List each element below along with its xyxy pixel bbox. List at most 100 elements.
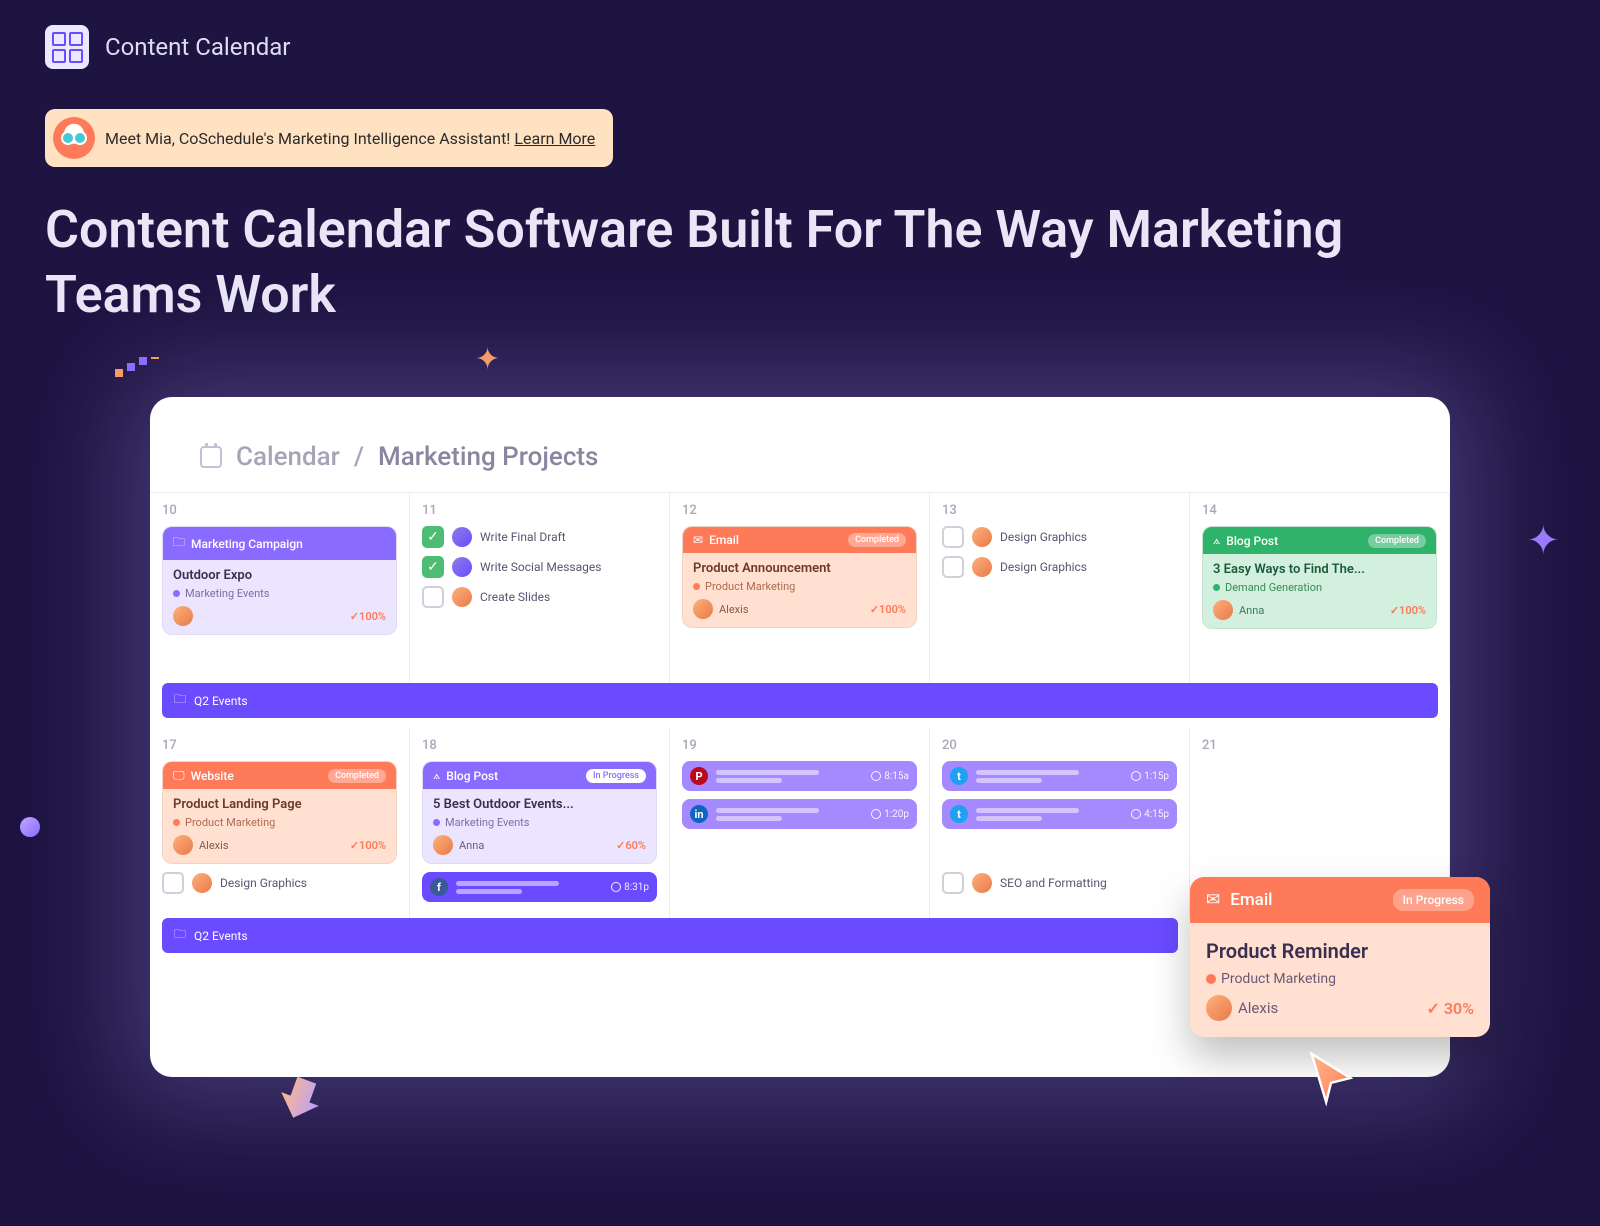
task-item[interactable]: Create Slides <box>422 586 657 608</box>
card-percent: 100% <box>359 610 386 623</box>
day-cell[interactable]: 17 🖵 Website Completed Product Landing Pa… <box>150 728 410 918</box>
card-blog-post[interactable]: ⟑ Blog Post In Progress 5 Best Outdoor Ev… <box>422 761 657 864</box>
product-name: Content Calendar <box>105 33 290 61</box>
card-owner: Alexis <box>199 839 229 852</box>
span-bar-row: 🗀Q2 Events <box>150 918 1190 963</box>
folder-icon: 🗀 <box>174 690 186 711</box>
check-icon: ✓ <box>616 839 625 852</box>
task-item[interactable]: ✓ Write Final Draft <box>422 526 657 548</box>
card-owner: Alexis <box>199 610 229 623</box>
day-number: 14 <box>1202 503 1437 518</box>
task-label: Write Social Messages <box>480 560 601 574</box>
status-badge: In Progress <box>1393 889 1474 911</box>
avatar <box>452 587 472 607</box>
card-type: Email <box>1230 890 1272 910</box>
day-cell[interactable]: 12 ✉Email Completed Product Announcement… <box>670 493 930 683</box>
day-number: 21 <box>1202 738 1437 753</box>
checkbox-icon[interactable] <box>942 872 964 894</box>
social-post-pinterest[interactable]: P 8:15a <box>682 761 917 791</box>
event-span-bar[interactable]: 🗀Q2 Events <box>162 918 1178 953</box>
card-category: Demand Generation <box>1225 581 1322 594</box>
day-cell[interactable]: 13 Design Graphics Design Graphics <box>930 493 1190 683</box>
card-owner: Anna <box>459 839 484 852</box>
day-cell[interactable]: 19 P 8:15a in 1:20p <box>670 728 930 918</box>
breadcrumb: Calendar / Marketing Projects <box>150 442 1450 492</box>
day-number: 18 <box>422 738 657 753</box>
task-label: Design Graphics <box>220 876 307 890</box>
breadcrumb-root[interactable]: Calendar <box>236 442 340 472</box>
breadcrumb-page[interactable]: Marketing Projects <box>378 442 598 472</box>
card-marketing-campaign[interactable]: 🗀Marketing Campaign Outdoor Expo Marketi… <box>162 526 397 635</box>
day-cell[interactable]: 14 ⟑Blog Post Completed 3 Easy Ways to F… <box>1190 493 1450 683</box>
clock-icon <box>1131 809 1141 819</box>
avatar <box>972 557 992 577</box>
card-blog-post[interactable]: ⟑Blog Post Completed 3 Easy Ways to Find… <box>1202 526 1437 629</box>
task-label: Design Graphics <box>1000 560 1087 574</box>
card-email[interactable]: ✉Email Completed Product Announcement Pr… <box>682 526 917 628</box>
checkbox-icon[interactable] <box>422 586 444 608</box>
card-title: Outdoor Expo <box>173 568 386 583</box>
social-post-twitter[interactable]: t 4:15p <box>942 799 1177 829</box>
task-item[interactable]: Design Graphics <box>162 872 397 894</box>
hero-heading: Content Calendar Software Built For The … <box>45 197 1445 327</box>
task-label: Create Slides <box>480 590 550 604</box>
checkbox-icon[interactable] <box>942 556 964 578</box>
check-icon: ✓ <box>1427 999 1444 1018</box>
post-time: 1:15p <box>1144 771 1169 782</box>
checkbox-icon[interactable] <box>942 526 964 548</box>
card-title: Product Landing Page <box>173 797 386 812</box>
sparkle-icon: ✦ <box>1526 517 1560 564</box>
day-number: 11 <box>422 503 657 518</box>
check-icon: ✓ <box>350 839 359 852</box>
card-type: Blog Post <box>446 769 498 783</box>
arrow-decoration <box>275 1074 325 1132</box>
card-owner: Alexis <box>719 603 749 616</box>
card-type: Blog Post <box>1226 534 1278 548</box>
card-email-highlight[interactable]: ✉Email In Progress Product Reminder Prod… <box>1190 877 1490 1037</box>
banner-learn-more-link[interactable]: Learn More <box>514 129 595 148</box>
day-cell[interactable]: 11 ✓ Write Final Draft ✓ Write Social Mess… <box>410 493 670 683</box>
day-cell[interactable]: 10 🗀Marketing Campaign Outdoor Expo Mark… <box>150 493 410 683</box>
linkedin-icon: in <box>690 805 708 823</box>
task-item[interactable]: Design Graphics <box>942 556 1177 578</box>
social-post-linkedin[interactable]: in 1:20p <box>682 799 917 829</box>
social-post-twitter[interactable]: t 1:15p <box>942 761 1177 791</box>
avatar <box>192 873 212 893</box>
task-item[interactable]: Design Graphics <box>942 526 1177 548</box>
card-type: Email <box>709 533 739 547</box>
card-category: Product Marketing <box>185 816 275 829</box>
event-span-bar[interactable]: 🗀Q2 Events <box>162 683 1438 718</box>
day-number: 17 <box>162 738 397 753</box>
card-category: Product Marketing <box>705 580 795 593</box>
monitor-icon: 🖵 <box>173 768 185 783</box>
promo-banner[interactable]: Meet Mia, CoSchedule's Marketing Intelli… <box>45 109 613 167</box>
card-title: 5 Best Outdoor Events... <box>433 797 646 812</box>
status-badge: In Progress <box>586 769 646 783</box>
banner-text: Meet Mia, CoSchedule's Marketing Intelli… <box>105 129 514 148</box>
task-label: Write Final Draft <box>480 530 566 544</box>
card-website[interactable]: 🖵Website Completed Product Landing Page … <box>162 761 397 864</box>
check-icon: ✓ <box>870 603 879 616</box>
card-category: Marketing Events <box>185 587 269 600</box>
envelope-icon: ✉ <box>1206 890 1220 910</box>
rss-icon: ⟑ <box>433 768 440 783</box>
status-badge: Completed <box>328 769 386 783</box>
card-percent: 100% <box>359 839 386 852</box>
day-number: 13 <box>942 503 1177 518</box>
check-icon: ✓ <box>1390 604 1399 617</box>
day-cell[interactable]: 18 ⟑ Blog Post In Progress 5 Best Outdoor… <box>410 728 670 918</box>
avatar <box>452 527 472 547</box>
rss-icon: ⟑ <box>1213 533 1220 548</box>
task-item[interactable]: ✓ Write Social Messages <box>422 556 657 578</box>
product-logo <box>45 25 89 69</box>
task-item[interactable]: SEO and Formatting <box>942 872 1177 894</box>
card-owner: Anna <box>1239 604 1264 617</box>
checkbox-icon[interactable]: ✓ <box>422 526 444 548</box>
checkbox-icon[interactable]: ✓ <box>422 556 444 578</box>
dot-decoration <box>20 817 40 837</box>
day-cell[interactable]: 20 t 1:15p t 4:15p SEO and Formatting <box>930 728 1190 918</box>
card-owner: Alexis <box>1238 999 1278 1017</box>
checkbox-icon[interactable] <box>162 872 184 894</box>
social-post-facebook[interactable]: f 8:31p <box>422 872 657 902</box>
card-type: Website <box>191 769 234 783</box>
